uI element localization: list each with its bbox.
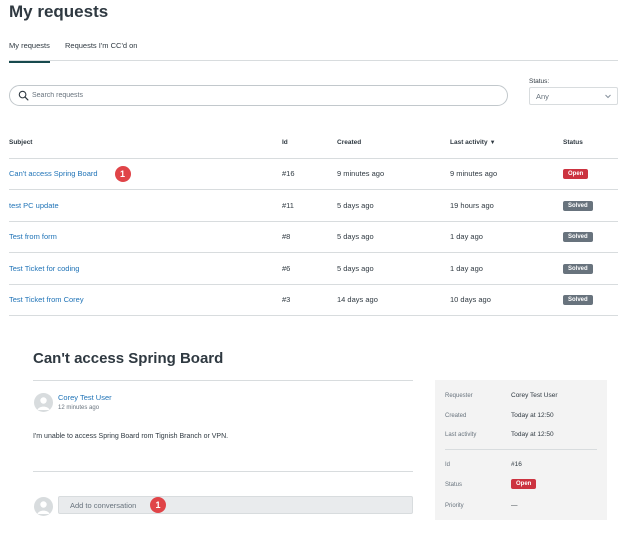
- status-badge: Solved: [563, 232, 593, 243]
- request-id: #8: [282, 221, 337, 253]
- column-header-status[interactable]: Status: [563, 128, 618, 159]
- id-label: Id: [445, 462, 451, 468]
- tab-my-requests[interactable]: My requests: [9, 41, 50, 63]
- add-to-conversation-input[interactable]: Add to conversation 1: [58, 496, 413, 514]
- divider: [445, 449, 597, 450]
- sort-desc-icon: ▼: [489, 140, 496, 147]
- request-detail-title: Can't access Spring Board: [33, 350, 224, 367]
- request-details-sidebar: Requester Corey Test User Created Today …: [435, 380, 607, 520]
- last-activity-label: Last activity: [445, 432, 477, 438]
- divider: [33, 380, 413, 381]
- created-label: Created: [445, 413, 467, 419]
- column-header-id[interactable]: Id: [282, 128, 337, 159]
- last-activity-value: Today at 12:50: [511, 431, 554, 438]
- annotation-marker: 1: [114, 165, 131, 182]
- user-icon: [37, 397, 50, 410]
- comment-timestamp: 12 minutes ago: [58, 405, 100, 411]
- request-subject-link[interactable]: Test Ticket for coding: [9, 264, 79, 273]
- priority-value: —: [511, 502, 518, 509]
- request-subject-link[interactable]: Test Ticket from Corey: [9, 295, 84, 304]
- request-created: 5 days ago: [337, 189, 450, 222]
- request-last-activity: 1 day ago: [450, 221, 563, 253]
- requester-value: Corey Test User: [511, 392, 558, 399]
- search-box[interactable]: [9, 85, 508, 106]
- request-last-activity: 19 hours ago: [450, 189, 563, 222]
- request-last-activity: 9 minutes ago: [450, 158, 563, 190]
- comment-author[interactable]: Corey Test User: [58, 393, 112, 402]
- avatar: [34, 393, 53, 412]
- column-header-created[interactable]: Created: [337, 128, 450, 159]
- request-id: #3: [282, 284, 337, 316]
- search-input[interactable]: [32, 86, 492, 105]
- request-id: #6: [282, 252, 337, 285]
- status-badge: Open: [511, 479, 537, 489]
- request-subject-link[interactable]: Can't access Spring Board: [9, 169, 98, 178]
- column-header-last-activity-label: Last activity: [450, 139, 488, 147]
- avatar: [34, 497, 53, 516]
- created-value: Today at 12:50: [511, 412, 554, 419]
- chevron-down-icon: [605, 94, 611, 99]
- request-created: 5 days ago: [337, 252, 450, 285]
- table-row: Test Ticket for coding #6 5 days ago 1 d…: [9, 252, 618, 285]
- column-header-last-activity[interactable]: Last activity ▼: [450, 128, 563, 159]
- table-row: Test Ticket from Corey #3 14 days ago 10…: [9, 284, 618, 316]
- request-created: 14 days ago: [337, 284, 450, 316]
- table-row: Test from form #8 5 days ago 1 day ago S…: [9, 221, 618, 253]
- annotation-marker: 1: [150, 497, 166, 513]
- search-icon: [18, 90, 29, 101]
- table-header-row: Subject Id Created Last activity ▼ Status: [9, 128, 618, 159]
- status-badge: Solved: [563, 200, 593, 211]
- user-icon: [37, 501, 50, 514]
- status-badge: Solved: [563, 295, 593, 306]
- request-created: 5 days ago: [337, 221, 450, 253]
- divider: [33, 471, 413, 472]
- request-created: 9 minutes ago: [337, 158, 450, 190]
- table-row: Can't access Spring Board 1 #16 9 minutes…: [9, 158, 618, 190]
- table-row: test PC update #11 5 days ago 19 hours a…: [9, 189, 618, 222]
- reply-placeholder: Add to conversation: [70, 501, 137, 510]
- id-value: #16: [511, 461, 522, 468]
- status-filter-select[interactable]: Any: [529, 87, 618, 105]
- comment-body: I'm unable to access Spring Board rom Ti…: [33, 433, 229, 440]
- request-last-activity: 10 days ago: [450, 284, 563, 316]
- page-title: My requests: [9, 2, 109, 21]
- status-badge: Open: [563, 169, 589, 180]
- request-id: #11: [282, 189, 337, 222]
- requester-label: Requester: [445, 393, 473, 399]
- column-header-subject[interactable]: Subject: [9, 128, 282, 159]
- request-subject-link[interactable]: Test from form: [9, 232, 57, 241]
- status-filter-label: Status:: [529, 78, 550, 85]
- status-filter-value: Any: [536, 92, 549, 101]
- status-badge: Solved: [563, 263, 593, 274]
- tab-bar: My requests Requests I'm CC'd on: [9, 38, 618, 63]
- request-id: #16: [282, 158, 337, 190]
- status-label: Status: [445, 482, 463, 488]
- priority-label: Priority: [445, 503, 464, 509]
- request-subject-link[interactable]: test PC update: [9, 201, 59, 210]
- tab-ccd-requests[interactable]: Requests I'm CC'd on: [65, 41, 137, 50]
- request-last-activity: 1 day ago: [450, 252, 563, 285]
- requests-table: Subject Id Created Last activity ▼ Status…: [9, 128, 618, 316]
